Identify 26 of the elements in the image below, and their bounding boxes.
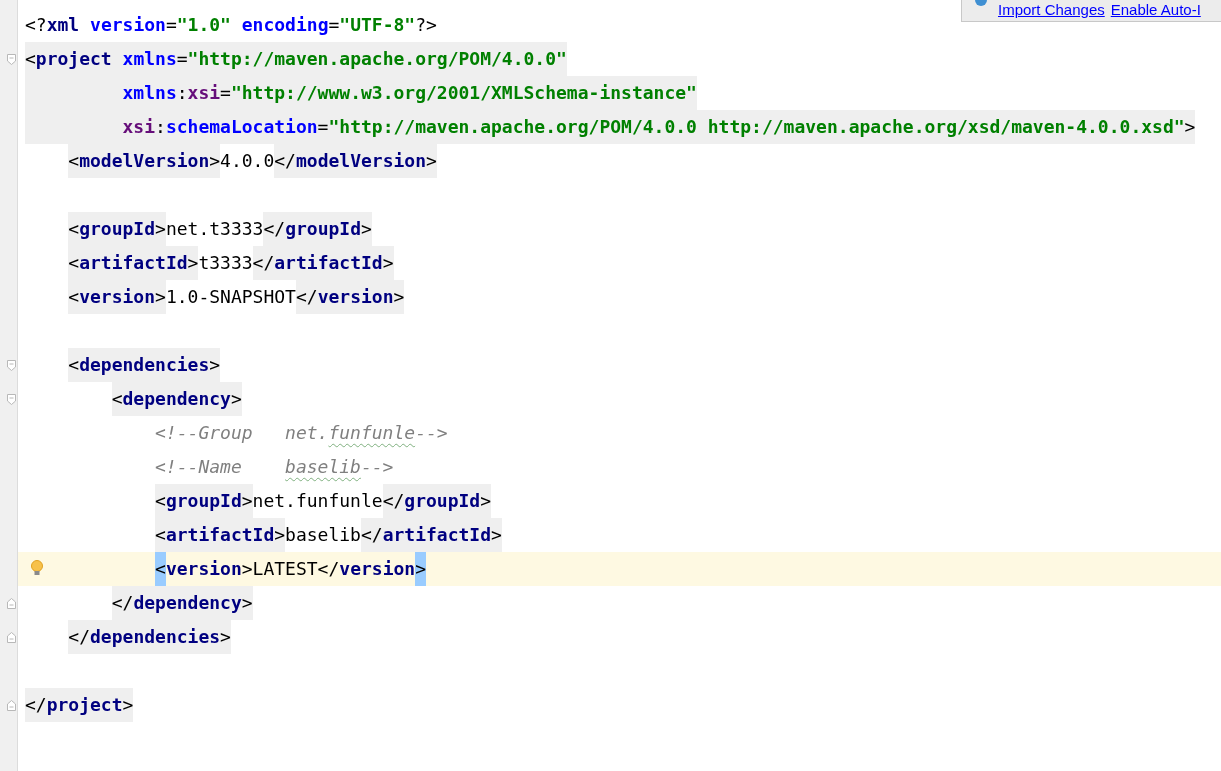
code-line: </project> <box>25 688 134 722</box>
fold-icon[interactable] <box>7 360 16 371</box>
code-line: <version>LATEST</version> <box>155 552 426 586</box>
fold-icon[interactable] <box>7 598 16 609</box>
code-line: <?xml version="1.0" encoding="UTF-8"?> <box>25 13 437 37</box>
code-line: <!--Group net.funfunle--> <box>155 421 448 445</box>
code-line: <!--Name baselib--> <box>155 455 394 479</box>
lightbulb-icon[interactable] <box>31 560 43 576</box>
fold-icon[interactable] <box>7 394 16 405</box>
notification-link[interactable]: Import Changes <box>998 1 1105 19</box>
code-line: <artifactId>t3333</artifactId> <box>68 246 394 280</box>
notification-link[interactable]: Enable Auto-I <box>1110 1 1201 19</box>
code-line: </dependencies> <box>68 620 231 654</box>
info-icon <box>975 0 987 6</box>
fold-icon[interactable] <box>7 632 16 643</box>
code-line: <project xmlns="http://maven.apache.org/POM/4.0.0" <box>25 42 567 76</box>
code-line: </dependency> <box>111 586 253 620</box>
code-line: <groupId>net.t3333</groupId> <box>68 212 372 246</box>
code-line: <dependencies> <box>68 348 221 382</box>
code-line: <modelVersion>4.0.0</modelVersion> <box>68 144 437 178</box>
code-line: <groupId>net.funfunle</groupId> <box>155 484 491 518</box>
code-line: <version>1.0-SNAPSHOT</version> <box>68 280 405 314</box>
fold-icon[interactable] <box>7 54 16 65</box>
code-line: <dependency> <box>111 382 242 416</box>
code-line: <artifactId>baselib</artifactId> <box>155 518 502 552</box>
fold-icon[interactable] <box>7 700 16 711</box>
